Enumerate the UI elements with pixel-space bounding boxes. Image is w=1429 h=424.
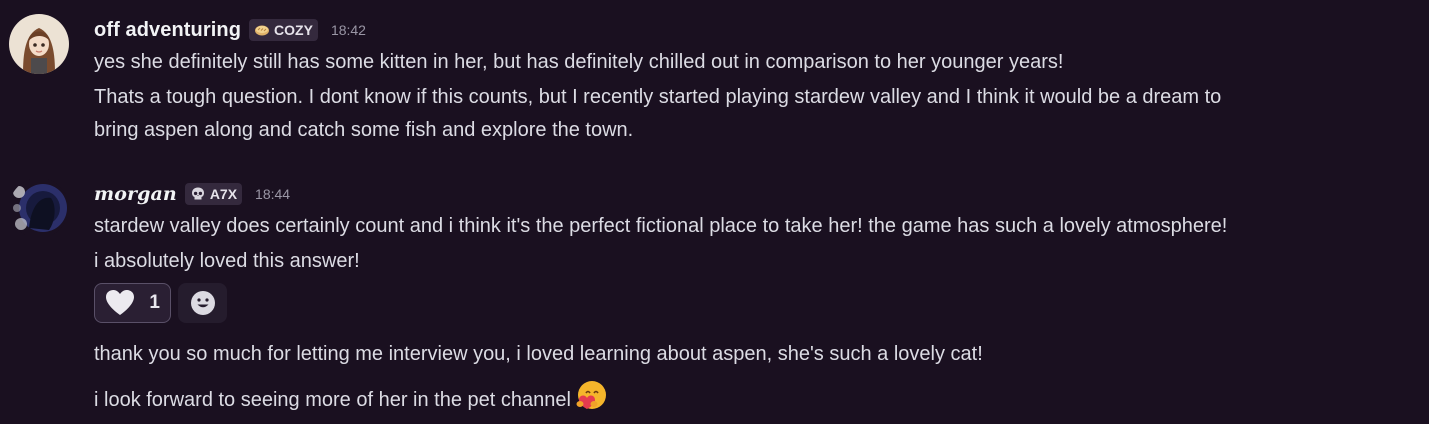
avatar-image bbox=[9, 178, 69, 238]
username[interactable]: morgan bbox=[94, 183, 177, 205]
message-text-line: thank you so much for letting me intervi… bbox=[94, 343, 983, 365]
bread-icon bbox=[255, 25, 270, 36]
skull-icon bbox=[191, 187, 204, 200]
guild-tag[interactable]: COZY bbox=[249, 19, 318, 41]
message-text-line: yes she definitely still has some kitten… bbox=[94, 51, 1064, 73]
avatar-image bbox=[9, 14, 69, 74]
reaction-heart[interactable]: 1 bbox=[94, 283, 171, 323]
avatar[interactable] bbox=[9, 178, 69, 238]
guild-tag-label: A7X bbox=[209, 186, 238, 202]
message-text: i look forward to seeing more of her in … bbox=[94, 389, 571, 411]
message-text-line: Thats a tough question. I dont know if t… bbox=[94, 86, 1222, 108]
smiley-add-reaction-icon bbox=[190, 291, 215, 315]
reaction-count: 1 bbox=[149, 292, 160, 313]
timestamp[interactable]: 18:44 bbox=[255, 186, 290, 202]
message-header: off adventuring COZY 18:42 bbox=[94, 16, 366, 44]
guild-tag-label: COZY bbox=[274, 22, 313, 38]
heart-icon bbox=[106, 290, 134, 315]
avatar[interactable] bbox=[9, 14, 69, 74]
username[interactable]: off adventuring bbox=[94, 19, 241, 42]
message-text-line: i look forward to seeing more of her in … bbox=[94, 380, 608, 419]
message-text-line: i absolutely loved this answer! bbox=[94, 250, 360, 272]
timestamp[interactable]: 18:42 bbox=[331, 22, 366, 38]
heart-hug-emoji-icon[interactable] bbox=[574, 380, 608, 419]
reactions-bar: 1 bbox=[94, 283, 227, 323]
guild-tag[interactable]: A7X bbox=[184, 183, 243, 205]
add-reaction-button[interactable] bbox=[178, 283, 227, 323]
message-text-line: bring aspen along and catch some fish an… bbox=[94, 119, 634, 141]
message-header: morgan A7X 18:44 bbox=[94, 180, 290, 208]
message-text-line: stardew valley does certainly count and … bbox=[94, 215, 1228, 237]
